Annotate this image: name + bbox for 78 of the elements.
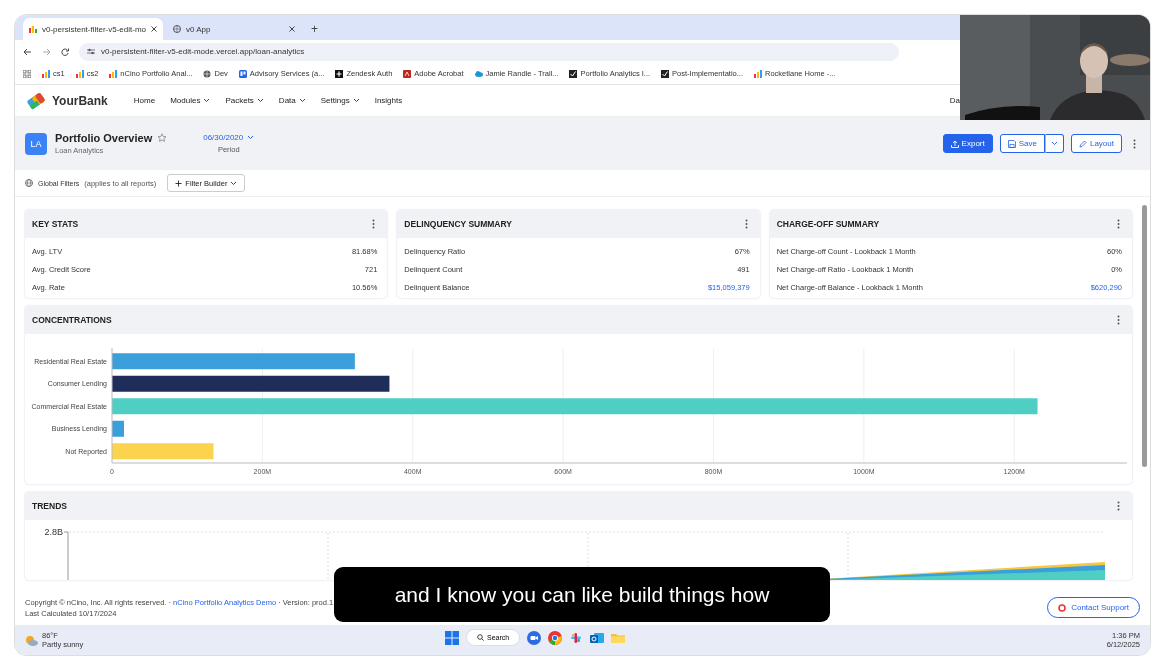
layout-button[interactable]: Layout bbox=[1070, 134, 1122, 153]
caret-icon bbox=[230, 180, 238, 186]
reload-icon[interactable] bbox=[61, 47, 69, 56]
export-button[interactable]: Export bbox=[942, 134, 993, 153]
save-icon bbox=[1007, 139, 1016, 148]
y-axis bbox=[63, 531, 69, 580]
card-title: KEY STATS bbox=[32, 219, 79, 229]
nav-item[interactable]: Modules bbox=[170, 96, 211, 105]
close-icon[interactable] bbox=[151, 26, 158, 32]
card-title: TRENDS bbox=[32, 501, 67, 511]
contact-support-button[interactable]: Contact Support bbox=[1047, 597, 1140, 618]
address-bar[interactable]: v0-persistent-filter-v5-edit-mode.vercel.app/loan-analytics bbox=[79, 42, 899, 61]
tune-icon bbox=[87, 48, 95, 55]
nav-item[interactable]: Home bbox=[133, 96, 156, 105]
caption-text: and I know you can like build things how bbox=[334, 567, 830, 622]
cloud-icon bbox=[474, 69, 483, 78]
browser-icon[interactable] bbox=[548, 630, 563, 645]
star-icon[interactable] bbox=[157, 133, 168, 143]
search-icon bbox=[477, 634, 484, 641]
kebab-icon bbox=[372, 219, 376, 229]
brand-name: YourBank bbox=[52, 93, 108, 108]
close-icon[interactable] bbox=[289, 26, 296, 32]
bar[interactable] bbox=[112, 375, 390, 392]
user-name[interactable]: Da bbox=[949, 96, 960, 105]
bar-chart-icon bbox=[42, 69, 50, 78]
hash-app-icon[interactable] bbox=[569, 630, 584, 645]
video-app-icon[interactable] bbox=[527, 630, 542, 645]
browser-tab[interactable]: v0-persistent-filter-v5-edit-mo bbox=[23, 18, 164, 40]
kebab-icon bbox=[1117, 315, 1120, 325]
upload-icon bbox=[950, 139, 959, 148]
mail-app-icon[interactable] bbox=[590, 630, 605, 645]
kebab-icon bbox=[744, 219, 748, 229]
plus-icon bbox=[175, 179, 183, 187]
nav-item[interactable]: Data bbox=[278, 96, 306, 105]
bar-chart-icon bbox=[75, 69, 84, 78]
nav-item[interactable]: Settings bbox=[320, 96, 360, 105]
weather-icon[interactable] bbox=[25, 634, 38, 646]
forward-icon[interactable] bbox=[42, 47, 51, 56]
page-title: Portfolio Overview bbox=[55, 132, 153, 144]
nav-item[interactable]: Packets bbox=[225, 96, 264, 105]
nav-item[interactable]: Insights bbox=[374, 96, 403, 105]
globe-icon bbox=[173, 25, 182, 33]
kebab-icon bbox=[1117, 501, 1120, 511]
new-tab-button[interactable]: + bbox=[305, 18, 325, 40]
checkmark-icon bbox=[661, 69, 670, 78]
card-title: CHARGE-OFF SUMMARY bbox=[776, 219, 880, 229]
caret-icon bbox=[1050, 141, 1058, 146]
bar-chart-icon bbox=[754, 69, 762, 78]
back-icon[interactable] bbox=[23, 47, 32, 56]
card-title: DELINQUENCY SUMMARY bbox=[404, 219, 512, 229]
board-icon bbox=[238, 69, 247, 78]
checkmark-icon bbox=[569, 69, 578, 78]
caret-icon bbox=[247, 135, 255, 140]
caret-icon bbox=[298, 98, 306, 103]
kebab-icon bbox=[1117, 219, 1120, 229]
scrollbar-thumb[interactable] bbox=[1142, 205, 1147, 467]
chart-icon bbox=[29, 25, 37, 33]
report-avatar: LA bbox=[25, 132, 47, 155]
dropdown-button[interactable] bbox=[1044, 134, 1064, 153]
url-text: v0-persistent-filter-v5-edit-mode.vercel.app/loan-analytics bbox=[101, 47, 305, 56]
caret-icon bbox=[352, 98, 360, 103]
browser-tab[interactable]: v0 App bbox=[167, 18, 302, 40]
caret-icon bbox=[203, 98, 211, 103]
apps-grid-icon[interactable] bbox=[23, 69, 31, 78]
windows-icon[interactable] bbox=[445, 630, 459, 645]
kebab-icon bbox=[1133, 138, 1136, 149]
bar-chart-icon bbox=[109, 69, 118, 78]
axis-tick-label: 2.8B bbox=[44, 527, 63, 537]
card-title: CONCENTRATIONS bbox=[32, 315, 112, 325]
globe-icon bbox=[203, 69, 212, 78]
document-icon bbox=[403, 69, 412, 78]
period-dropdown[interactable]: 06/30/2020 bbox=[203, 133, 255, 142]
globe-icon bbox=[25, 179, 33, 187]
caret-icon bbox=[256, 98, 264, 103]
pencil-icon bbox=[1078, 139, 1087, 148]
save-button[interactable]: Save bbox=[999, 134, 1045, 153]
plus-icon bbox=[335, 69, 344, 78]
lifebuoy-icon bbox=[1058, 603, 1067, 612]
